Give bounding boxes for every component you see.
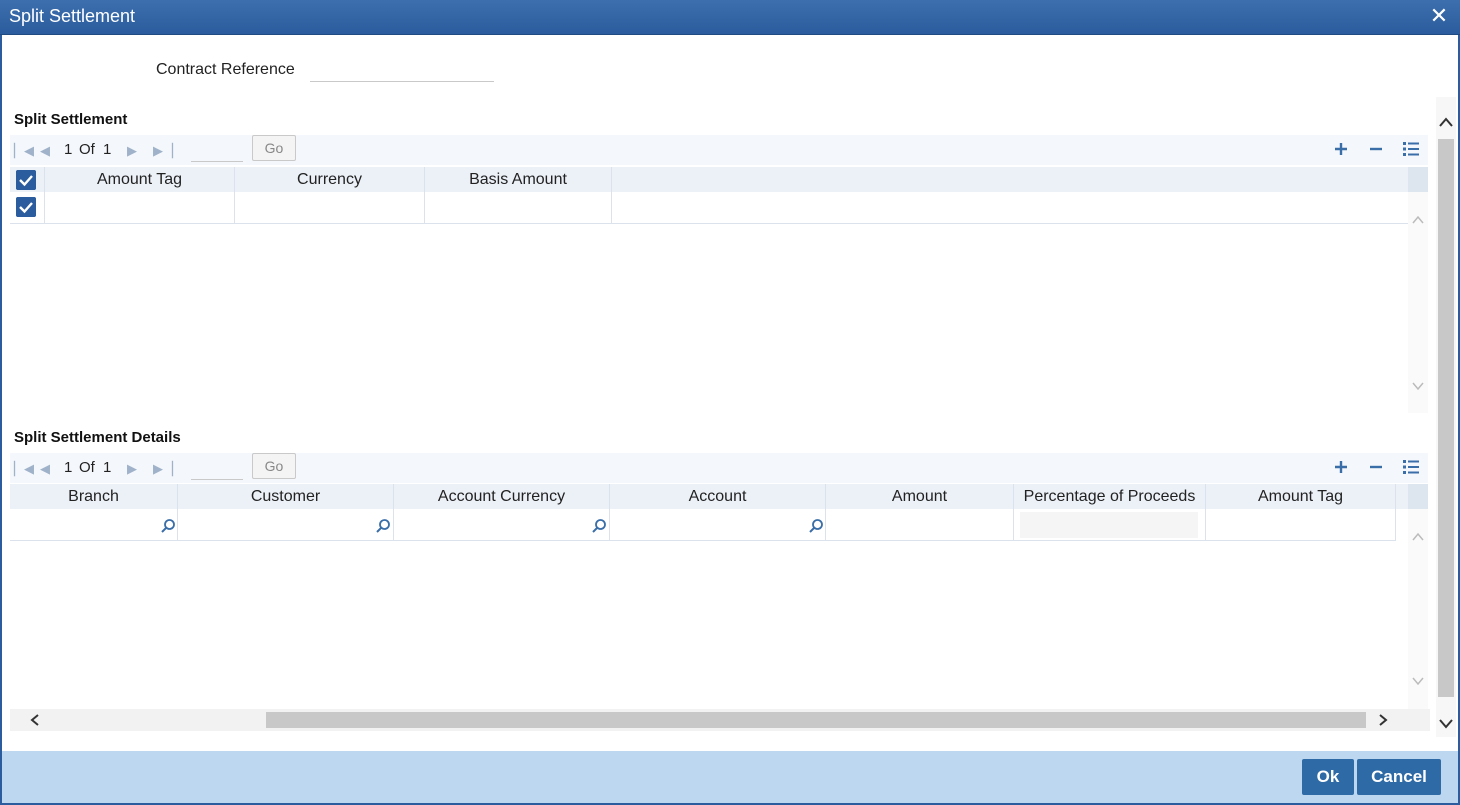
single-view-icon[interactable] [1400,138,1422,160]
last-page-icon[interactable]: ▶▕ [153,143,173,159]
scrollbar-corner [1408,167,1428,192]
grid-scroll-down-icon[interactable] [1411,674,1425,688]
grid-header-row: Branch Customer Account Currency Account… [10,484,1408,509]
window-title: Split Settlement [9,6,136,26]
grid-header-row: Amount Tag Currency Basis Amount [10,167,1408,192]
outer-scroll-thumb[interactable] [1438,139,1454,697]
select-all-checkbox[interactable] [16,170,36,190]
split-settlement-title: Split Settlement [14,111,128,128]
contract-reference-label: Contract Reference [156,61,295,78]
details-toolbar: ▏◀ ◀ 1 Of 1 ▶ ▶▕ Go [10,453,1428,483]
horizontal-scrollbar[interactable] [10,709,1430,731]
go-button[interactable]: Go [252,453,296,479]
previous-page-icon[interactable]: ◀ [40,143,50,159]
first-page-icon[interactable]: ▏◀ [14,461,34,477]
delete-row-icon[interactable] [1365,138,1387,160]
search-icon[interactable] [160,518,176,534]
grid-vertical-scrollbar[interactable] [1408,484,1428,709]
go-button[interactable]: Go [252,135,296,161]
scroll-up-icon[interactable] [1438,115,1454,129]
row-filler-cell [612,192,1408,224]
first-page-icon[interactable]: ▏◀ [14,143,34,159]
split-settlement-grid: Amount Tag Currency Basis Amount [10,167,1430,413]
basis-amount-cell[interactable] [425,192,612,224]
add-row-icon[interactable] [1330,456,1352,478]
previous-page-icon[interactable]: ◀ [40,461,50,477]
split-settlement-details-title: Split Settlement Details [14,429,181,446]
customer-cell[interactable] [178,509,394,541]
column-header-filler [612,167,1408,192]
column-header-account-currency[interactable]: Account Currency [394,484,610,509]
column-header-percentage-of-proceeds[interactable]: Percentage of Proceeds [1014,484,1206,509]
account-cell[interactable] [610,509,826,541]
amount-tag-cell[interactable] [45,192,235,224]
of-label: Of [79,459,95,476]
title-bar: Split Settlement ✕ [0,0,1460,35]
current-page: 1 [64,141,73,158]
column-header-account[interactable]: Account [610,484,826,509]
split-settlement-details-grid: Branch Customer Account Currency Account… [10,484,1430,709]
scroll-down-icon[interactable] [1438,717,1454,731]
column-header-amount-tag[interactable]: Amount Tag [1206,484,1396,509]
delete-row-icon[interactable] [1365,456,1387,478]
total-pages: 1 [103,459,112,476]
of-label: Of [79,141,95,158]
cancel-button[interactable]: Cancel [1357,759,1441,795]
search-icon[interactable] [591,518,607,534]
currency-cell[interactable] [235,192,425,224]
search-icon[interactable] [375,518,391,534]
column-header-amount[interactable]: Amount [826,484,1014,509]
dialog-footer: Ok Cancel [2,751,1458,803]
percentage-of-proceeds-value [1020,512,1198,538]
column-header-filler [1396,484,1408,509]
column-header-basis-amount[interactable]: Basis Amount [425,167,612,192]
column-header-currency[interactable]: Currency [235,167,425,192]
page-number-input[interactable] [191,138,243,162]
single-view-icon[interactable] [1400,456,1422,478]
branch-cell[interactable] [10,509,178,541]
row-select-cell [10,192,45,224]
grid-scroll-up-icon[interactable] [1411,213,1425,227]
grid-scroll-down-icon[interactable] [1411,379,1425,393]
column-header-amount-tag[interactable]: Amount Tag [45,167,235,192]
scrollbar-corner [1408,484,1428,509]
total-pages: 1 [103,141,112,158]
current-page: 1 [64,459,73,476]
select-all-cell [10,167,45,192]
percentage-of-proceeds-cell [1014,509,1206,541]
column-header-branch[interactable]: Branch [10,484,178,509]
horizontal-scroll-thumb[interactable] [266,712,1366,728]
column-header-customer[interactable]: Customer [178,484,394,509]
table-row[interactable] [10,509,1408,542]
search-icon[interactable] [808,518,824,534]
grid-vertical-scrollbar[interactable] [1408,167,1428,413]
last-page-icon[interactable]: ▶▕ [153,461,173,477]
next-page-icon[interactable]: ▶ [127,461,137,477]
next-page-icon[interactable]: ▶ [127,143,137,159]
scroll-right-icon[interactable] [1376,713,1390,727]
close-icon[interactable]: ✕ [1428,5,1450,27]
account-currency-cell[interactable] [394,509,610,541]
split-settlement-toolbar: ▏◀ ◀ 1 Of 1 ▶ ▶▕ Go [10,135,1428,165]
table-row[interactable] [10,192,1408,224]
grid-scroll-up-icon[interactable] [1411,530,1425,544]
row-checkbox[interactable] [16,197,36,217]
contract-reference-input[interactable] [310,62,494,82]
outer-vertical-scrollbar[interactable] [1436,97,1456,737]
amount-tag-cell[interactable] [1206,509,1396,541]
ok-button[interactable]: Ok [1302,759,1354,795]
page-number-input[interactable] [191,456,243,480]
scroll-left-icon[interactable] [28,713,42,727]
add-row-icon[interactable] [1330,138,1352,160]
amount-cell[interactable] [826,509,1014,541]
